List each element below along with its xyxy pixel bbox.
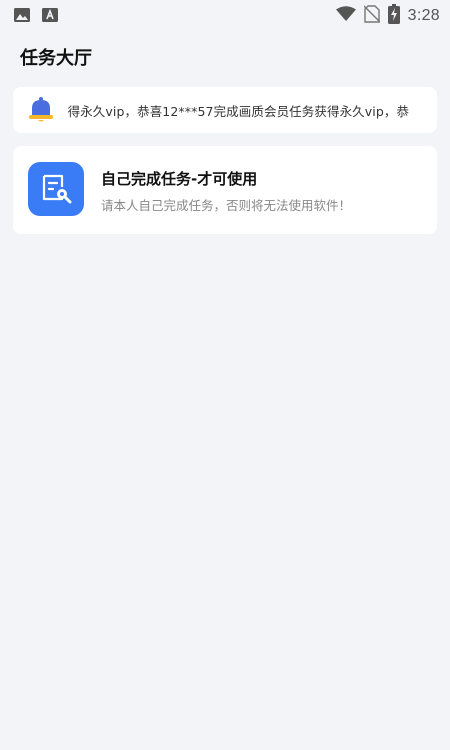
wifi-icon xyxy=(335,6,356,26)
image-notification-icon xyxy=(14,7,30,27)
task-title: 自己完成任务-才可使用 xyxy=(101,170,258,188)
bell-icon xyxy=(27,96,55,124)
system-icons: 3:28 xyxy=(335,4,440,28)
task-item[interactable]: 自己完成任务-才可使用 请本人自己完成任务，否则将无法使用软件！ xyxy=(13,146,437,234)
task-subtitle: 请本人自己完成任务，否则将无法使用软件！ xyxy=(101,198,352,213)
notification-icons xyxy=(14,7,58,27)
title-bar: 任务大厅 xyxy=(0,30,450,82)
battery-charging-icon xyxy=(387,4,400,28)
notice-text: 获得永久vip，恭喜12***57完成画质会员任务获得永久vip，恭 xyxy=(67,104,410,119)
no-sim-icon xyxy=(363,5,381,27)
text-notification-icon xyxy=(42,7,58,27)
notice-banner[interactable]: 获得永久vip，恭喜12***57完成画质会员任务获得永久vip，恭 xyxy=(13,87,437,133)
document-wrench-icon xyxy=(28,162,84,216)
status-bar: 3:28 xyxy=(0,0,450,30)
page-title: 任务大厅 xyxy=(20,48,92,69)
notice-marquee: 获得永久vip，恭喜12***57完成画质会员任务获得永久vip，恭 xyxy=(67,87,425,133)
status-time: 3:28 xyxy=(407,7,440,24)
